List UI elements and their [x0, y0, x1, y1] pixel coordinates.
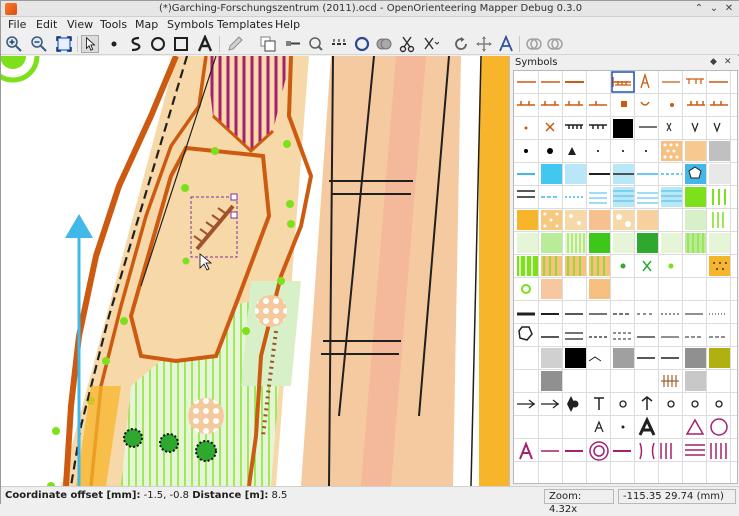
- cut-icon[interactable]: [398, 35, 416, 53]
- coordinate-offset-value: -1.5, -0.8: [143, 490, 190, 501]
- draw-point-icon[interactable]: [105, 35, 123, 53]
- rotate-pattern-icon[interactable]: [497, 35, 515, 53]
- coordinate-offset-label: Coordinate offset [mm]:: [5, 490, 141, 501]
- connect-paths-icon[interactable]: [353, 35, 371, 53]
- map-yellow-field: [479, 56, 509, 486]
- symbol-grid[interactable]: [513, 70, 738, 484]
- app-window: (*)Garching-Forschungszentrum (2011).ocd…: [0, 0, 739, 515]
- boolean-difference-icon[interactable]: [546, 35, 564, 53]
- selection-handle[interactable]: [230, 211, 238, 219]
- selection-handle[interactable]: [230, 193, 238, 201]
- rotate-icon[interactable]: [452, 35, 470, 53]
- menu-symbols[interactable]: Symbols: [167, 18, 214, 31]
- zoom-in-icon[interactable]: [5, 35, 23, 53]
- switch-dashes-icon[interactable]: [330, 35, 348, 53]
- menu-tools[interactable]: Tools: [100, 18, 127, 31]
- map-dotted-patch: [255, 295, 287, 327]
- fill-border-icon[interactable]: [307, 35, 325, 53]
- close-button[interactable]: ✕: [723, 3, 735, 15]
- draw-text-icon[interactable]: [196, 35, 214, 53]
- menu-edit[interactable]: Edit: [36, 18, 57, 31]
- title-bar: (*)Garching-Forschungszentrum (2011).ocd…: [1, 1, 739, 17]
- draw-circle-icon[interactable]: [149, 35, 167, 53]
- minimize-button[interactable]: ⌃: [693, 3, 705, 15]
- distance-label: Distance [m]:: [192, 490, 269, 501]
- toolbar-separator: [219, 36, 220, 52]
- map-dotted-patch: [188, 398, 224, 434]
- toolbar-separator: [519, 36, 520, 52]
- menu-templates[interactable]: Templates: [217, 18, 273, 31]
- menu-bar: File Edit View Tools Map Symbols Templat…: [1, 17, 739, 33]
- distance-value: 8.5: [271, 490, 288, 501]
- dock-close-button[interactable]: ✕: [724, 57, 732, 67]
- status-message: Coordinate offset [mm]: -1.5, -0.8 Dista…: [5, 490, 287, 501]
- boolean-intersection-icon[interactable]: [525, 35, 543, 53]
- toolbar-separator: [77, 36, 78, 52]
- symbols-dock: Symbols ◆ ✕: [511, 56, 739, 486]
- switch-symbol-icon[interactable]: [284, 35, 302, 53]
- maximize-button[interactable]: ⌄: [708, 3, 720, 15]
- menu-file[interactable]: File: [8, 18, 26, 31]
- draw-path-icon[interactable]: [127, 35, 145, 53]
- pencil-icon[interactable]: [226, 35, 244, 53]
- cursor-position: -115.35 29.74 (mm): [618, 489, 736, 504]
- cut-hole-icon[interactable]: [421, 35, 439, 53]
- edit-select-icon[interactable]: [81, 35, 99, 53]
- measure-icon[interactable]: [475, 35, 493, 53]
- symbols-dock-title: Symbols: [515, 57, 558, 68]
- zoom-out-icon[interactable]: [30, 35, 48, 53]
- zoom-indicator: Zoom: 4.32x: [544, 489, 614, 515]
- draw-rectangle-icon[interactable]: [172, 35, 190, 53]
- fit-view-icon[interactable]: [55, 35, 73, 53]
- status-bar: Coordinate offset [mm]: -1.5, -0.8 Dista…: [1, 486, 739, 515]
- boolean-union-icon[interactable]: [375, 35, 393, 53]
- map-canvas[interactable]: [1, 56, 510, 486]
- map-drawing[interactable]: [1, 56, 510, 486]
- menu-help[interactable]: Help: [275, 18, 300, 31]
- menu-map[interactable]: Map: [135, 18, 158, 31]
- dock-float-button[interactable]: ◆: [710, 57, 717, 67]
- symbol-swatches[interactable]: [514, 71, 738, 484]
- main-toolbar: [1, 33, 739, 55]
- window-title: (*)Garching-Forschungszentrum (2011).ocd…: [158, 3, 583, 14]
- menu-view[interactable]: View: [67, 18, 93, 31]
- duplicate-icon[interactable]: [259, 35, 277, 53]
